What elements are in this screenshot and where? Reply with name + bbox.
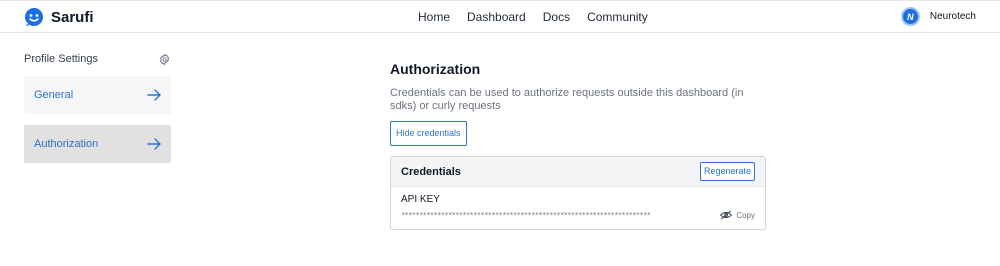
nav-dashboard[interactable]: Dashboard: [467, 10, 526, 24]
eye-off-icon[interactable]: [720, 210, 733, 220]
brand[interactable]: Sarufi: [24, 7, 94, 27]
nav-community[interactable]: Community: [587, 10, 648, 24]
user-menu[interactable]: N Neurotech: [900, 7, 976, 26]
brand-name: Sarufi: [51, 8, 94, 26]
sidebar-item-authorization[interactable]: Authorization: [24, 125, 171, 163]
main-nav: Home Dashboard Docs Community: [418, 10, 648, 24]
credentials-card: Credentials Regenerate API KEY *********…: [390, 156, 766, 230]
page-description: Credentials can be used to authorize req…: [390, 87, 744, 112]
sidebar-item-label: General: [34, 89, 74, 101]
gear-icon[interactable]: [158, 52, 171, 66]
arrow-right-icon: [147, 138, 161, 150]
hide-credentials-button[interactable]: Hide credentials: [390, 121, 467, 146]
credentials-card-body: API KEY ********************************…: [391, 187, 765, 220]
sidebar-item-general[interactable]: General: [24, 76, 171, 114]
nav-docs[interactable]: Docs: [543, 10, 570, 24]
sarufi-logo-icon: [25, 8, 43, 26]
top-navbar: Sarufi Home Dashboard Docs Community N N…: [0, 0, 1000, 33]
page-title: Authorization: [390, 61, 481, 77]
api-key-actions: Copy: [720, 210, 755, 220]
api-key-label: API KEY: [401, 194, 440, 205]
sidebar-title: Profile Settings: [24, 53, 98, 65]
settings-sidebar: Profile Settings General Authorization: [24, 50, 171, 174]
sidebar-header: Profile Settings: [24, 50, 171, 68]
regenerate-button[interactable]: Regenerate: [699, 162, 755, 181]
arrow-right-icon: [147, 89, 161, 101]
api-key-row: ****************************************…: [401, 210, 755, 220]
sidebar-item-label: Authorization: [34, 138, 99, 150]
copy-button[interactable]: Copy: [736, 211, 755, 220]
credentials-title: Credentials: [401, 165, 461, 178]
credentials-card-header: Credentials Regenerate: [391, 157, 765, 187]
authorization-section: Authorization Credentials can be used to…: [390, 60, 766, 146]
avatar[interactable]: N: [900, 7, 920, 26]
user-name: Neurotech: [929, 11, 976, 22]
api-key-value: ****************************************…: [401, 211, 651, 219]
nav-home[interactable]: Home: [418, 10, 450, 24]
